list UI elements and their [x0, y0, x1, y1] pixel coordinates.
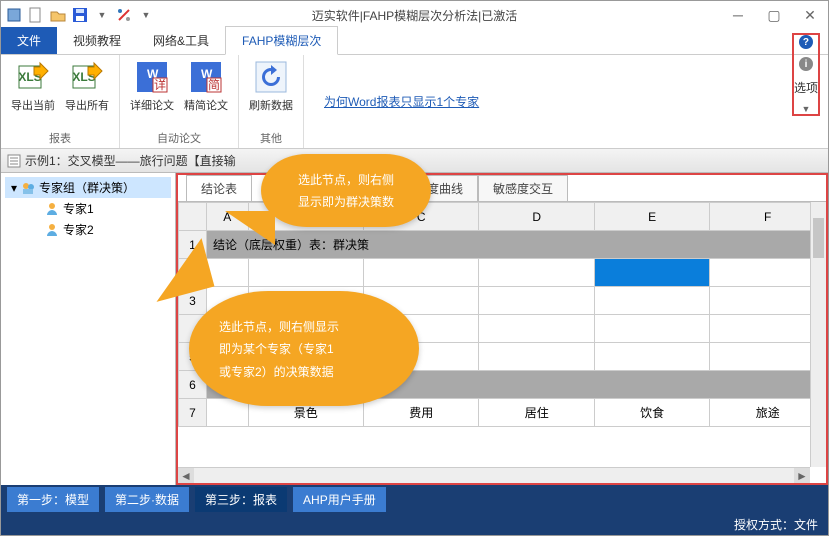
btab-manual[interactable]: AHP用户手册: [293, 487, 386, 512]
app-icon: [5, 6, 23, 24]
btab-report[interactable]: 第三步：报表: [195, 487, 287, 512]
callout-expert: 选此节点，则右侧显示 即为某个专家（专家1 或专家2）的决策数据: [189, 291, 419, 406]
group-icon: [21, 181, 35, 195]
tree-expert2[interactable]: 专家2: [5, 219, 171, 240]
btab-data[interactable]: 第二步·数据: [105, 487, 189, 512]
new-icon[interactable]: [27, 6, 45, 24]
tree-expert1[interactable]: 专家1: [5, 198, 171, 219]
export-current-button[interactable]: XLS 导出当前: [11, 59, 55, 113]
quick-access-toolbar: ▼ ▼: [5, 6, 155, 24]
open-icon[interactable]: [49, 6, 67, 24]
simple-paper-button[interactable]: W简 精简论文: [184, 59, 228, 113]
tree-root[interactable]: ▾ 专家组（群决策）: [5, 177, 171, 198]
chevron-down-icon[interactable]: ▼: [802, 104, 811, 114]
btab-model[interactable]: 第一步：模型: [7, 487, 99, 512]
export-all-button[interactable]: XLS 导出所有: [65, 59, 109, 113]
person-icon: [45, 223, 59, 237]
group-other-label: 其他: [260, 130, 282, 146]
scroll-right-icon: ►: [794, 468, 810, 483]
refresh-button[interactable]: 刷新数据: [249, 59, 293, 113]
subtab-conclusion[interactable]: 结论表: [186, 175, 252, 201]
dropdown-icon[interactable]: ▼: [137, 6, 155, 24]
tab-video[interactable]: 视频教程: [57, 27, 137, 54]
ribbon: XLS 导出当前 XLS 导出所有 报表 W详 详细论文 W简 精简论文 自动论…: [1, 55, 828, 149]
subtab-sensitivity[interactable]: 敏感度交互: [478, 175, 568, 201]
word-report-link[interactable]: 为何Word报表只显示1个专家: [324, 93, 479, 110]
vertical-scrollbar[interactable]: [810, 202, 826, 467]
status-bar: 授权方式：文件: [1, 513, 828, 535]
scroll-left-icon: ◄: [178, 468, 194, 483]
tab-file[interactable]: 文件: [1, 27, 57, 54]
save-icon[interactable]: [71, 6, 89, 24]
help-icon[interactable]: ?: [799, 35, 813, 49]
person-icon: [45, 202, 59, 216]
window-title: 迈实软件|FAHP模糊层次分析法|已激活: [312, 7, 518, 24]
ribbon-tabs: 文件 视频教程 网络&工具 FAHP模糊层次 ? i 选项 ▼: [1, 29, 828, 55]
minimize-button[interactable]: ─: [720, 1, 756, 29]
group-report-label: 报表: [49, 130, 71, 146]
callout-group: 选此节点，则右侧 显示即为群决策数: [261, 154, 431, 227]
info-icon[interactable]: i: [799, 57, 813, 71]
horizontal-scrollbar[interactable]: ◄ ►: [178, 467, 810, 483]
options-label[interactable]: 选项: [794, 79, 818, 96]
tab-net[interactable]: 网络&工具: [137, 27, 225, 54]
svg-text:简: 简: [208, 78, 220, 92]
example-title: 示例1：交叉模型——旅行问题【直接输: [25, 152, 236, 169]
license-label: 授权方式：文件: [734, 516, 818, 533]
detailed-paper-button[interactable]: W详 详细论文: [130, 59, 174, 113]
tab-fahp[interactable]: FAHP模糊层次: [225, 26, 338, 55]
dropdown-icon[interactable]: ▼: [93, 6, 111, 24]
maximize-button[interactable]: ▢: [756, 1, 792, 29]
doc-icon: [7, 154, 21, 168]
title-bar: ▼ ▼ 迈实软件|FAHP模糊层次分析法|已激活 ─ ▢ ✕: [1, 1, 828, 29]
bottom-tabs: 第一步：模型 第二步·数据 第三步：报表 AHP用户手册: [1, 485, 828, 513]
selected-cell[interactable]: [594, 259, 709, 287]
group-autopaper-label: 自动论文: [157, 130, 201, 146]
svg-text:详: 详: [154, 77, 166, 92]
tools-icon[interactable]: [115, 6, 133, 24]
expand-icon[interactable]: ▾: [11, 181, 17, 195]
tree-panel: ▾ 专家组（群决策） 专家1 专家2: [1, 173, 176, 485]
close-button[interactable]: ✕: [792, 1, 828, 29]
